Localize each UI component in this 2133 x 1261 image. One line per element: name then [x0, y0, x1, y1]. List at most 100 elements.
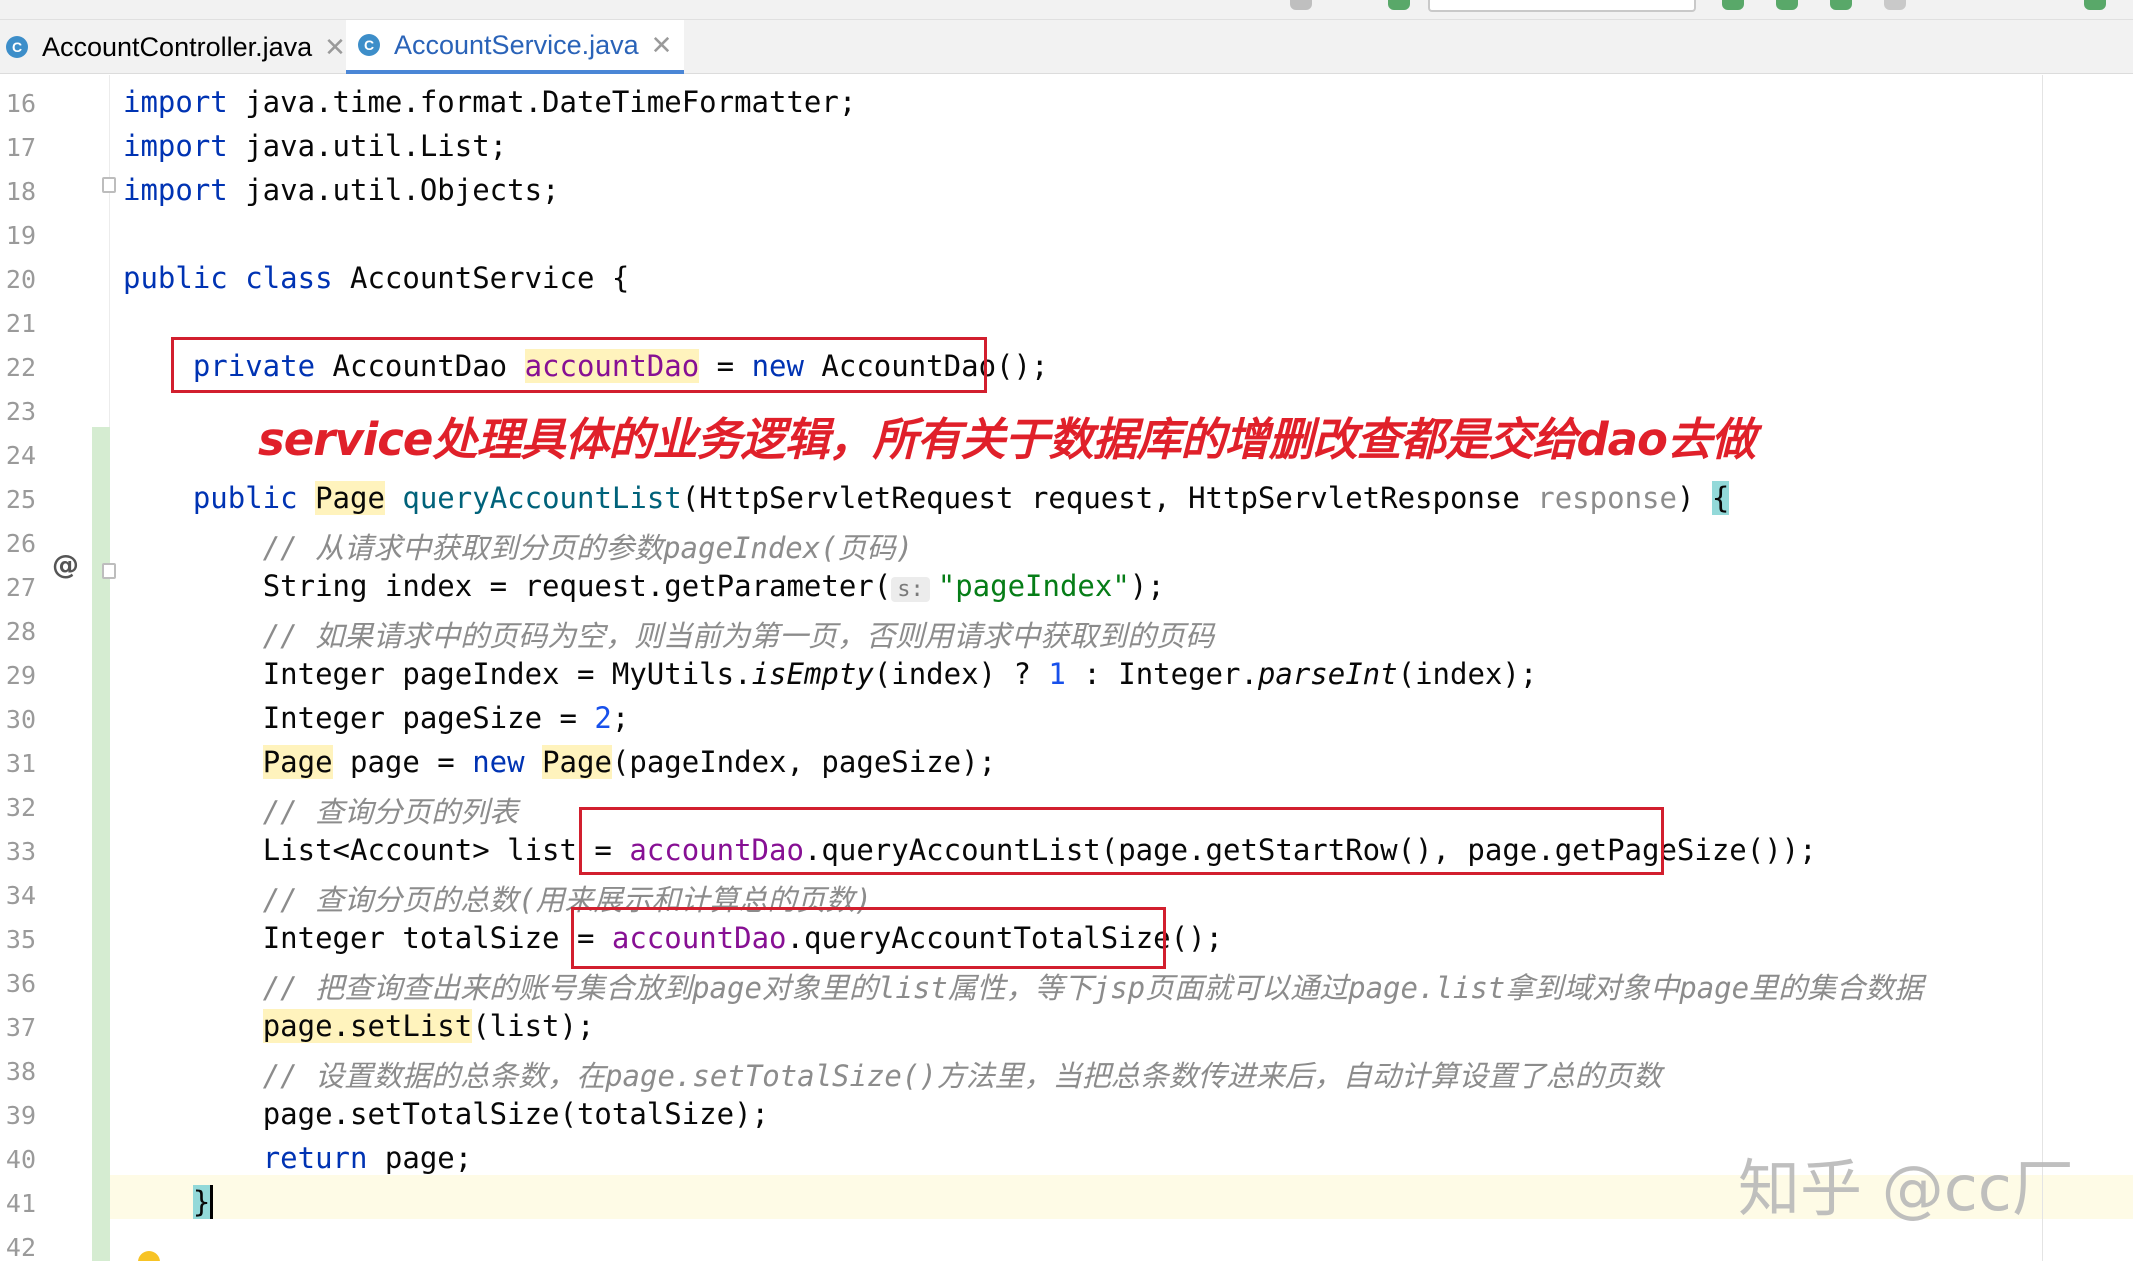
- close-icon[interactable]: ✕: [324, 32, 346, 63]
- code-text: page =: [332, 745, 473, 779]
- code-line-20[interactable]: public class AccountService {: [123, 261, 629, 295]
- code-line-29[interactable]: Integer pageIndex = MyUtils.isEmpty (inde…: [123, 657, 1538, 691]
- code-text: String index = request.getParameter(: [262, 569, 892, 603]
- code-text: (HttpServletRequest request, HttpServlet…: [681, 481, 1538, 515]
- stop-icon[interactable]: [1884, 0, 1906, 10]
- number-literal: 1: [1048, 657, 1066, 691]
- run-icon[interactable]: [1722, 0, 1744, 10]
- type-reference: Page: [542, 745, 612, 779]
- code-line-40[interactable]: return page;: [123, 1141, 473, 1175]
- override-at-icon[interactable]: @: [52, 550, 79, 581]
- code-line-25[interactable]: public Page queryAccountList(HttpServlet…: [123, 481, 1730, 515]
- code-line-16[interactable]: import java.time.format.DateTimeFormatte…: [123, 85, 856, 119]
- lightbulb-icon[interactable]: [138, 1251, 160, 1261]
- parameter-hint: s:: [891, 577, 930, 602]
- line-number: 22: [5, 353, 36, 382]
- matched-brace: {: [1711, 481, 1730, 515]
- line-number: 17: [5, 133, 36, 162]
- method-name: queryAccountList: [402, 481, 682, 515]
- code-line-36[interactable]: // 把查询查出来的账号集合放到page对象里的list属性，等下jsp页面就可…: [123, 965, 1923, 1007]
- code-line-41[interactable]: }: [123, 1185, 214, 1219]
- keyword: import: [123, 173, 228, 207]
- code-line-18[interactable]: import java.util.Objects;: [123, 173, 560, 207]
- code-text: List<Account> list =: [262, 833, 630, 867]
- type-reference: Page: [315, 481, 385, 515]
- search-everywhere-icon[interactable]: [2084, 0, 2106, 10]
- right-margin-guide: [2042, 75, 2043, 1261]
- keyword: class: [245, 261, 333, 295]
- line-number: 26: [5, 529, 36, 558]
- keyword: public: [123, 261, 228, 295]
- comment: // 设置数据的总条数，在page.setTotalSize()方法里，当把总条…: [262, 1059, 1662, 1093]
- static-method: isEmpty: [751, 657, 874, 691]
- matched-brace: }: [192, 1185, 211, 1219]
- code-line-39[interactable]: page.setTotalSize(totalSize);: [123, 1097, 769, 1131]
- line-number: 31: [5, 749, 36, 778]
- vcs-change-marker[interactable]: [92, 427, 110, 1261]
- tab-account-controller[interactable]: C AccountController.java ✕: [6, 20, 346, 74]
- debug-icon[interactable]: [1776, 0, 1798, 10]
- code-text: Integer pageIndex = MyUtils.: [262, 657, 752, 691]
- line-number: 27: [5, 573, 36, 602]
- code-line-37[interactable]: page.setList(list);: [123, 1009, 594, 1043]
- watermark: 知乎 @cc厂: [1738, 1152, 2074, 1225]
- tab-account-service[interactable]: C AccountService.java ✕: [346, 20, 685, 74]
- class-icon: C: [358, 34, 380, 56]
- annotation-box-field: [171, 337, 987, 393]
- close-icon[interactable]: ✕: [651, 30, 673, 61]
- top-toolbar: [0, 0, 2133, 20]
- code-line-31[interactable]: Page page = new Page(pageIndex, pageSize…: [123, 745, 996, 779]
- code-text: java.util.List;: [227, 129, 508, 163]
- coverage-icon[interactable]: [1830, 0, 1852, 10]
- keyword: public: [192, 481, 298, 515]
- code-line-27[interactable]: String index = request.getParameter(s: "p…: [123, 569, 1165, 603]
- type-reference: Page: [262, 745, 333, 779]
- line-number: 39: [5, 1101, 36, 1130]
- fold-marker-icon[interactable]: [102, 563, 116, 579]
- comment: // 把查询查出来的账号集合放到page对象里的list属性，等下jsp页面就可…: [262, 971, 1924, 1005]
- line-number: 36: [5, 969, 36, 998]
- line-number: 41: [5, 1189, 36, 1218]
- line-number: 33: [5, 837, 36, 866]
- build-icon[interactable]: [1388, 0, 1410, 10]
- string-literal: "pageIndex": [937, 569, 1130, 603]
- line-number: 29: [5, 661, 36, 690]
- line-number: 20: [5, 265, 36, 294]
- comment: // 查询分页的列表: [262, 795, 519, 829]
- code-line-38[interactable]: // 设置数据的总条数，在page.setTotalSize()方法里，当把总条…: [123, 1053, 1662, 1095]
- code-line-32[interactable]: // 查询分页的列表: [123, 789, 518, 831]
- number-literal: 2: [594, 701, 612, 735]
- code-editor[interactable]: @ 16 17 18 19 20 21 22 23 24 25 26 27 28…: [0, 75, 2133, 1261]
- annotation-box-total-size: [571, 907, 1166, 969]
- code-line-26[interactable]: // 从请求中获取到分页的参数pageIndex(页码): [123, 525, 913, 567]
- fold-marker-icon[interactable]: [102, 177, 116, 193]
- code-text: );: [1129, 569, 1165, 603]
- keyword: import: [123, 85, 228, 119]
- keyword: new: [472, 745, 525, 779]
- keyword: import: [123, 129, 228, 163]
- line-number: 28: [5, 617, 36, 646]
- line-number: 38: [5, 1057, 36, 1086]
- code-text: java.time.format.DateTimeFormatter;: [227, 85, 857, 119]
- code-text: ): [1676, 481, 1712, 515]
- code-text: (list);: [472, 1009, 595, 1043]
- line-number: 40: [5, 1145, 36, 1174]
- code-text: AccountService {: [332, 261, 630, 295]
- run-config-icon[interactable]: [1290, 0, 1312, 10]
- code-text: Integer totalSize =: [262, 921, 612, 955]
- line-number: 24: [5, 441, 36, 470]
- code-text: Integer pageSize =: [262, 701, 595, 735]
- code-text: (pageIndex, pageSize);: [611, 745, 997, 779]
- code-line-28[interactable]: // 如果请求中的页码为空，则当前为第一页，否则用请求中获取到的页码: [123, 613, 1214, 655]
- tab-label: AccountService.java: [394, 29, 639, 60]
- code-line-17[interactable]: import java.util.List;: [123, 129, 507, 163]
- unused-parameter: response: [1537, 481, 1677, 515]
- run-configuration-select[interactable]: [1428, 0, 1696, 12]
- line-number: 32: [5, 793, 36, 822]
- comment: // 如果请求中的页码为空，则当前为第一页，否则用请求中获取到的页码: [262, 619, 1215, 653]
- method-call: page.setList: [262, 1009, 473, 1043]
- code-text: (index);: [1397, 657, 1538, 691]
- line-number: 16: [5, 89, 36, 118]
- code-text: ;: [611, 701, 630, 735]
- code-line-30[interactable]: Integer pageSize = 2;: [123, 701, 630, 735]
